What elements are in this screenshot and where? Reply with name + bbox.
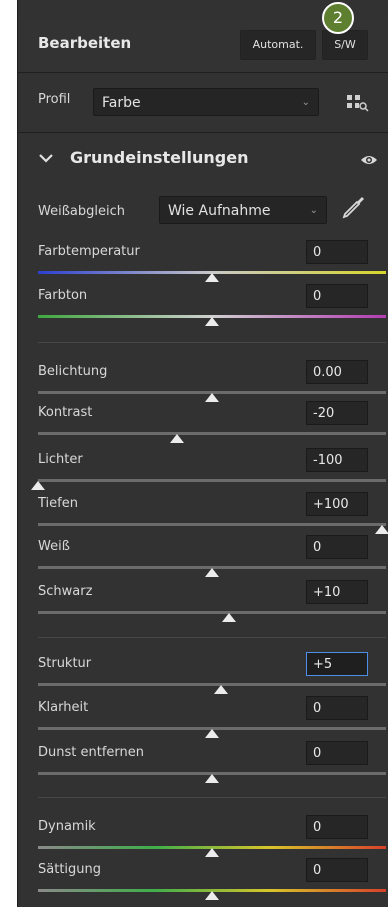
slider-track[interactable] bbox=[38, 683, 386, 686]
eyedropper-icon[interactable] bbox=[340, 195, 366, 223]
slider-thumb[interactable] bbox=[170, 434, 185, 443]
slider-thumb[interactable] bbox=[205, 393, 219, 402]
slider-label: Farbtemperatur bbox=[38, 244, 140, 259]
slider-thumb[interactable] bbox=[375, 525, 388, 534]
slider-label: Kontrast bbox=[38, 405, 93, 420]
grid-view-icon[interactable] bbox=[347, 94, 369, 112]
slider-thumb[interactable] bbox=[205, 273, 219, 282]
slider-thumb[interactable] bbox=[205, 774, 219, 783]
slider-value-input[interactable]: 0 bbox=[306, 741, 368, 765]
chevron-down-icon: ⌄ bbox=[301, 97, 310, 108]
section-title: Grundeinstellungen bbox=[70, 148, 249, 167]
slider-label: Lichter bbox=[38, 452, 83, 467]
separator bbox=[38, 797, 386, 798]
separator bbox=[38, 342, 386, 343]
slider-value-input[interactable]: 0 bbox=[306, 696, 368, 720]
slider-label: Dunst entfernen bbox=[38, 745, 144, 760]
separator bbox=[38, 637, 386, 638]
slider-track[interactable] bbox=[38, 479, 386, 482]
slider-label: Belichtung bbox=[38, 364, 108, 379]
slider-thumb[interactable] bbox=[31, 481, 45, 490]
wb-dropdown[interactable]: Wie Aufnahme ⌄ bbox=[159, 196, 327, 224]
slider-thumb[interactable] bbox=[213, 685, 228, 694]
slider-value-input[interactable]: 0 bbox=[306, 535, 368, 559]
slider-track[interactable] bbox=[38, 611, 386, 614]
profile-label: Profil bbox=[38, 92, 71, 107]
slider-value-input[interactable]: 0 bbox=[306, 240, 368, 264]
slider-label: Weiß bbox=[38, 539, 70, 554]
step-badge: 2 bbox=[322, 2, 354, 34]
slider-thumb[interactable] bbox=[205, 848, 219, 857]
slider-label: Struktur bbox=[38, 656, 92, 671]
chevron-down-icon: ⌄ bbox=[309, 205, 318, 216]
slider-label: Schwarz bbox=[38, 584, 93, 599]
slider-thumb[interactable] bbox=[205, 891, 219, 900]
slider-track[interactable] bbox=[38, 432, 386, 435]
profile-value: Farbe bbox=[102, 95, 141, 111]
panel-title: Bearbeiten bbox=[38, 34, 132, 52]
slider-value-input[interactable]: +100 bbox=[306, 492, 368, 516]
eye-icon[interactable] bbox=[360, 153, 378, 167]
slider-thumb[interactable] bbox=[205, 568, 219, 577]
auto-button[interactable]: Automat. bbox=[240, 30, 316, 60]
slider-value-input[interactable]: -100 bbox=[306, 448, 368, 472]
edit-panel: Bearbeiten Automat. S/W Profil Farbe ⌄ G… bbox=[17, 0, 388, 907]
slider-thumb[interactable] bbox=[205, 729, 219, 738]
section-header[interactable]: Grundeinstellungen bbox=[18, 133, 388, 188]
bw-button[interactable]: S/W bbox=[322, 30, 368, 60]
slider-label: Farbton bbox=[38, 288, 88, 303]
slider-thumb[interactable] bbox=[222, 613, 237, 622]
slider-thumb[interactable] bbox=[205, 317, 219, 326]
slider-value-input[interactable]: 0 bbox=[306, 284, 368, 308]
slider-label: Dynamik bbox=[38, 819, 96, 834]
chevron-down-icon[interactable] bbox=[39, 154, 53, 164]
slider-value-input[interactable]: 0.00 bbox=[306, 360, 368, 384]
slider-label: Klarheit bbox=[38, 700, 89, 715]
slider-label: Tiefen bbox=[38, 496, 78, 511]
slider-value-input[interactable]: +5 bbox=[306, 652, 368, 676]
slider-value-input[interactable]: -20 bbox=[306, 401, 368, 425]
profile-dropdown[interactable]: Farbe ⌄ bbox=[93, 88, 319, 116]
slider-value-input[interactable]: 0 bbox=[306, 858, 368, 882]
wb-label: Weißabgleich bbox=[38, 204, 125, 219]
wb-value: Wie Aufnahme bbox=[168, 203, 271, 219]
slider-value-input[interactable]: +10 bbox=[306, 580, 368, 604]
slider-track[interactable] bbox=[38, 523, 386, 526]
slider-value-input[interactable]: 0 bbox=[306, 815, 368, 839]
slider-label: Sättigung bbox=[38, 862, 102, 877]
profile-row: Profil Farbe ⌄ bbox=[18, 72, 388, 133]
